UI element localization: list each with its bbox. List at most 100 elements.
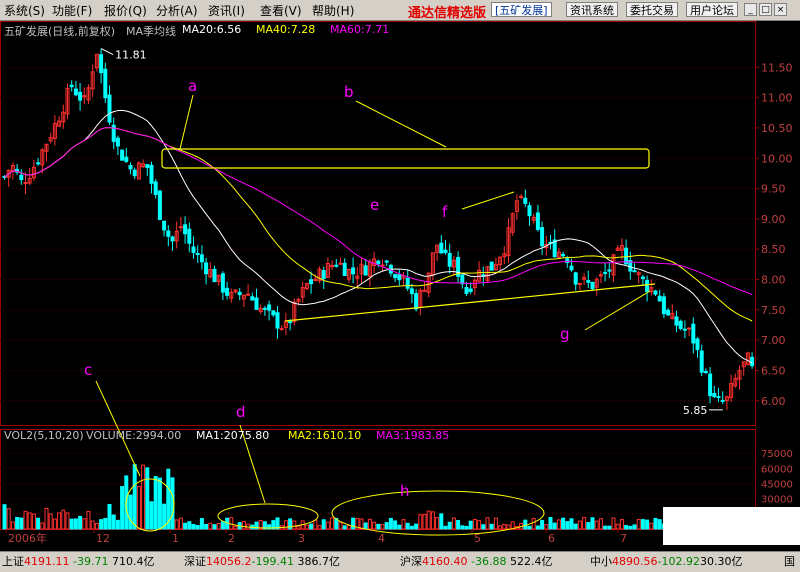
candle-down	[153, 181, 158, 195]
menu-system[interactable]: 系统(S)	[4, 2, 45, 19]
volume-bar-down	[405, 522, 410, 530]
volume-bar-up	[619, 519, 624, 530]
index-shenzhen[interactable]: 深证14056.2-199.41 386.7亿	[184, 553, 340, 571]
ma20-line	[4, 109, 753, 364]
volume-bar-up	[531, 517, 536, 530]
candle-down	[120, 149, 125, 161]
high-label-arrow	[100, 48, 114, 55]
volume-bar-down	[195, 525, 200, 530]
volume-bar-down	[397, 524, 402, 530]
candle-down	[397, 274, 402, 281]
volume-bar-down	[212, 524, 217, 530]
volume-bar-up	[598, 518, 603, 530]
index-shanghai[interactable]: 上证4191.11 -39.71 710.4亿	[2, 553, 154, 571]
volume-bar-up	[418, 514, 423, 530]
candle-down	[250, 296, 255, 301]
time-axis-label: 6	[548, 532, 555, 545]
candle-down	[703, 371, 708, 374]
volume-bar-down	[624, 525, 629, 530]
volume-ellipse-h	[331, 490, 545, 536]
candle-down	[262, 307, 267, 310]
trade-button[interactable]: 委托交易	[626, 2, 678, 17]
candle-down	[657, 295, 662, 302]
volume-bar-down	[653, 517, 658, 530]
candle-down	[573, 272, 578, 285]
volume-bar-down	[561, 517, 566, 530]
index-name: 上证	[2, 555, 24, 568]
kline-chart[interactable]: 11.50 11.00 10.50 10.00 9.50 9.00 8.50 8.00 7.50…	[0, 21, 800, 551]
menu-view[interactable]: 查看(V)	[260, 2, 302, 19]
volume-bar-up	[40, 522, 45, 530]
minimize-icon[interactable]: _	[744, 3, 757, 16]
stock-tab[interactable]: [五矿发展]	[491, 2, 552, 17]
volume-bar-down	[607, 525, 612, 530]
volume-bar-up	[292, 520, 297, 530]
price-tick-label: 7.50	[761, 304, 786, 317]
volume-bar-down	[640, 519, 645, 530]
candle-down	[204, 262, 209, 275]
candle-down	[405, 277, 410, 289]
volume-bar-down	[376, 523, 381, 530]
candle-up	[519, 195, 524, 198]
volume-bar-up	[61, 509, 66, 530]
volume-bar-up	[317, 524, 322, 530]
menu-info[interactable]: 资讯(I)	[208, 2, 245, 19]
volume-bar-down	[103, 517, 108, 530]
candle-down	[162, 220, 167, 231]
ma60-label: MA60:7.71	[330, 23, 390, 36]
volume-bar-down	[628, 525, 633, 530]
forum-button[interactable]: 用户论坛	[686, 2, 738, 17]
volume-bar-down	[573, 523, 578, 530]
index-hushen[interactable]: 沪深4160.40 -36.88 522.4亿	[400, 553, 552, 571]
index-smallcap[interactable]: 中小4890.56-102.9230.30亿	[590, 553, 742, 571]
volume-bar-down	[351, 517, 356, 530]
volume-bar-up	[57, 512, 62, 530]
menu-function[interactable]: 功能(F)	[52, 2, 92, 19]
volume-tick-label: 60000	[761, 464, 793, 475]
volume-bar-down	[384, 522, 389, 530]
volume-bar-up	[485, 517, 490, 530]
candle-down	[225, 287, 230, 296]
volume-bar-down	[157, 477, 162, 530]
volume-bar-up	[430, 511, 435, 530]
volume-bar-down	[443, 525, 448, 530]
menu-quote[interactable]: 报价(Q)	[104, 2, 147, 19]
close-icon[interactable]: ×	[774, 3, 787, 16]
volume-bar-down	[99, 519, 104, 530]
menu-help[interactable]: 帮助(H)	[312, 2, 354, 19]
volume-bar-up	[577, 520, 582, 530]
volume-bar-down	[414, 523, 419, 530]
volume-bar-down	[468, 520, 473, 530]
info-system-button[interactable]: 资讯系统	[566, 2, 618, 17]
volume-bar-up	[477, 520, 482, 530]
candle-down	[674, 316, 679, 326]
blank-panel	[663, 507, 800, 545]
volume-bar-up	[493, 517, 498, 530]
volume-bar-down	[69, 518, 74, 530]
maximize-icon[interactable]: □	[759, 3, 772, 16]
candle-down	[523, 197, 528, 204]
volume-bar-down	[111, 514, 116, 530]
volume-bar-down	[657, 519, 662, 530]
candle-down	[19, 174, 24, 181]
volume-bar-down	[19, 517, 24, 530]
stock-title: 五矿发展(日线,前复权)	[4, 25, 116, 38]
candle-down	[460, 274, 465, 285]
candle-up	[422, 289, 427, 292]
arrow-g	[584, 290, 651, 331]
candle-down	[275, 312, 280, 329]
volume-bar-up	[636, 518, 641, 530]
volume-bar-down	[460, 525, 465, 530]
volume-bar-up	[325, 521, 330, 530]
candle-down	[586, 280, 591, 283]
menu-analysis[interactable]: 分析(A)	[156, 2, 198, 19]
price-tick-label: 10.50	[761, 122, 793, 135]
candle-down	[691, 323, 696, 344]
candle-down	[342, 262, 347, 277]
volume-bar-down	[586, 522, 591, 530]
volume-bar-up	[506, 524, 511, 530]
candle-down	[535, 212, 540, 230]
candle-down	[666, 309, 671, 316]
volume-bar-up	[451, 517, 456, 530]
candle-down	[199, 254, 204, 263]
